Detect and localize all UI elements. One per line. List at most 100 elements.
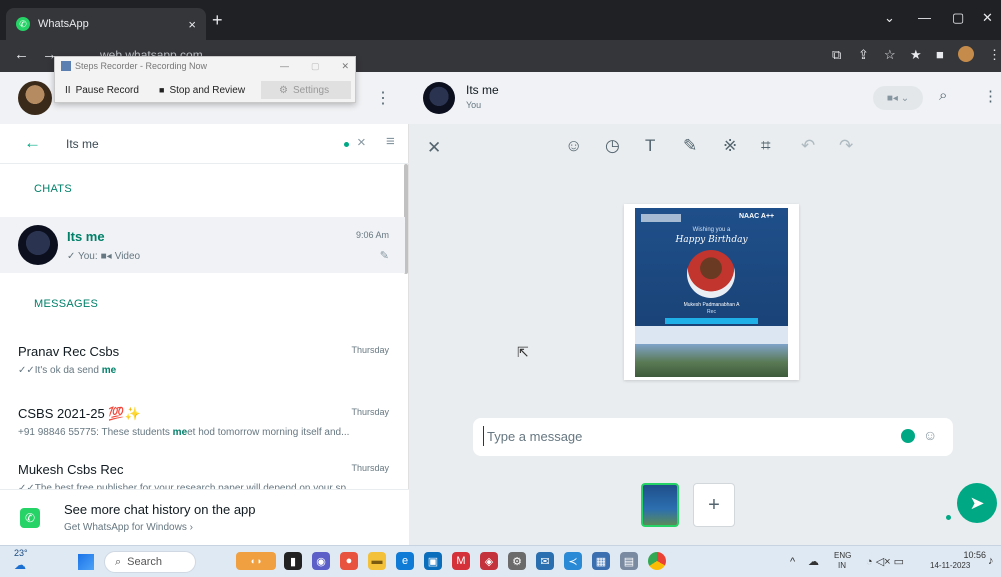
send-button[interactable]: ➤ [957, 483, 997, 523]
pause-record-label: Pause Record [75, 84, 139, 96]
file-explorer-icon[interactable]: ▬ [368, 552, 386, 570]
mail-icon[interactable]: ✉ [536, 552, 554, 570]
app-icon-generic[interactable]: ▦ [592, 552, 610, 570]
mcafee-icon[interactable]: M [452, 552, 470, 570]
clear-search-icon[interactable]: × [357, 134, 366, 151]
message-time: Thursday [351, 407, 389, 417]
language-indicator[interactable]: ENG [834, 551, 851, 560]
message-placeholder: Type a message [487, 429, 583, 444]
undo-icon[interactable]: ↶ [801, 136, 815, 156]
my-avatar[interactable] [18, 81, 52, 115]
profile-avatar[interactable] [958, 46, 974, 62]
naac-badge: NAAC A++ [739, 213, 775, 220]
get-app-banner[interactable]: ✆ See more chat history on the app Get W… [0, 489, 409, 545]
search-input[interactable]: Its me [66, 137, 99, 151]
steps-recorder-window: Steps Recorder - Recording Now — ▢ ✕ II … [54, 56, 356, 103]
install-app-icon[interactable]: ⧉ [832, 47, 841, 63]
bookmark-star-icon[interactable]: ☆ [884, 47, 896, 63]
settings-icon[interactable]: ⚙ [508, 552, 526, 570]
left-menu-icon[interactable]: ⋮ [375, 88, 391, 108]
text-icon[interactable]: T [645, 136, 655, 156]
message-time: Thursday [351, 463, 389, 473]
browser-app-icon[interactable]: ● [340, 552, 358, 570]
tab-close-icon[interactable]: × [188, 17, 196, 32]
mouse-cursor: ⇱ [517, 344, 529, 360]
message-result[interactable]: CSBS 2021-25 💯✨ Thursday +91 98846 55775… [0, 392, 405, 454]
emoji-icon[interactable]: ☺ [565, 136, 582, 156]
store-icon[interactable]: ▣ [424, 552, 442, 570]
new-tab-button[interactable]: + [212, 10, 223, 31]
status-dot-icon [901, 429, 915, 443]
back-icon[interactable]: ← [14, 46, 29, 63]
pause-record-button[interactable]: II Pause Record [65, 81, 139, 99]
stop-review-button[interactable]: ■ Stop and Review [159, 81, 245, 99]
taskbar-search[interactable]: ⌕ Search [104, 551, 196, 573]
tray-chevron-icon[interactable]: ^ [790, 556, 795, 568]
extensions-icon[interactable]: ★ [910, 47, 922, 63]
campus-photo [635, 344, 788, 377]
sidepanel-icon[interactable]: ■ [936, 47, 944, 62]
message-time: Thursday [351, 345, 389, 355]
chat-avatar [18, 225, 58, 265]
weather-icon[interactable]: ☁ [14, 558, 26, 572]
preview-highlight: me [101, 365, 117, 376]
recorder-settings-button[interactable]: ⚙ Settings [261, 81, 351, 99]
chat-preview-media: Video [114, 251, 141, 262]
browser-tab[interactable]: ✆ WhatsApp × [6, 8, 206, 40]
birthday-poster: NAAC A++ Wishing you a Happy Birthday Mu… [635, 208, 788, 377]
blur-icon[interactable]: ※ [723, 136, 737, 156]
notification-bell-icon[interactable]: ♪ [988, 555, 994, 567]
close-editor-icon[interactable]: ✕ [427, 138, 441, 158]
clock-time[interactable]: 10:56 [950, 550, 986, 560]
region-indicator[interactable]: IN [838, 561, 846, 570]
promo-link[interactable]: Get WhatsApp for Windows › [64, 522, 193, 533]
minimize-icon[interactable]: — [918, 10, 931, 25]
app-icon-window[interactable]: ▤ [620, 552, 638, 570]
vscode-icon[interactable]: ≺ [564, 552, 582, 570]
share-icon[interactable]: ⇪ [858, 47, 869, 63]
pin-icon: ✎ [379, 250, 389, 262]
sticker-icon[interactable]: ◷ [605, 136, 620, 156]
crop-icon[interactable]: ⌗ [761, 136, 771, 156]
contact-avatar[interactable] [423, 82, 455, 114]
task-view-icon[interactable]: ▮ [284, 552, 302, 570]
weather-temp[interactable]: 23° [14, 548, 28, 558]
video-call-button[interactable]: ■◂ ⌄ [873, 86, 923, 110]
add-media-button[interactable]: + [693, 483, 735, 527]
message-result[interactable]: Pranav Rec Csbs Thursday ✓✓It's ok da se… [0, 330, 405, 392]
tab-search-icon[interactable]: ⌄ [884, 10, 895, 26]
close-window-icon[interactable]: ✕ [982, 10, 993, 26]
wifi-volume-battery-icon[interactable]: ◔ ◁× ▭ [866, 555, 904, 568]
redo-icon[interactable]: ↷ [839, 136, 853, 156]
chat-item-its-me[interactable]: Its me 9:06 Am ✓ You: ■◂ Video ✎ [0, 217, 405, 273]
recorder-minimize-icon[interactable]: — [280, 61, 289, 71]
chrome-icon[interactable] [648, 552, 666, 570]
shield-icon[interactable]: ◈ [480, 552, 498, 570]
caption-emoji-icon[interactable]: ☺ [923, 427, 937, 443]
browser-menu-icon[interactable]: ⋮ [988, 47, 1001, 63]
preview-text-rest: et hod tomorrow morning itself and... [187, 427, 350, 438]
contact-status: You [466, 100, 482, 110]
media-preview: NAAC A++ Wishing you a Happy Birthday Mu… [624, 204, 799, 380]
edge-icon[interactable]: e [396, 552, 414, 570]
recorder-maximize-icon[interactable]: ▢ [311, 61, 320, 72]
caption-input[interactable]: Type a message ☺ [473, 418, 953, 456]
pencil-icon[interactable]: ✎ [683, 136, 697, 156]
search-messages-icon[interactable]: ⌕ [939, 87, 947, 104]
start-icon[interactable] [78, 554, 94, 570]
chat-app-icon[interactable]: ◉ [312, 552, 330, 570]
message-sender: Pranav Rec Csbs [18, 344, 120, 359]
onedrive-icon[interactable]: ☁ [808, 555, 819, 568]
back-arrow-icon[interactable]: ← [24, 133, 41, 153]
conversation-menu-icon[interactable]: ⋮ [983, 87, 998, 105]
contact-name[interactable]: Its me [466, 83, 499, 97]
selected-media-thumbnail[interactable] [641, 483, 679, 527]
restore-icon[interactable]: ▢ [952, 10, 964, 26]
poster-person: Mukesh Padmanabhan A [683, 302, 740, 308]
filter-icon[interactable]: ≡ [386, 133, 395, 150]
widgets-icon[interactable]: ◐◑ [236, 552, 276, 570]
clock-date[interactable]: 14-11-2023 [930, 561, 970, 570]
recorder-close-icon[interactable]: ✕ [341, 61, 349, 72]
chat-preview: ✓ You: ■◂ Video [67, 251, 140, 262]
poster-greeting: Wishing you a [692, 227, 731, 233]
